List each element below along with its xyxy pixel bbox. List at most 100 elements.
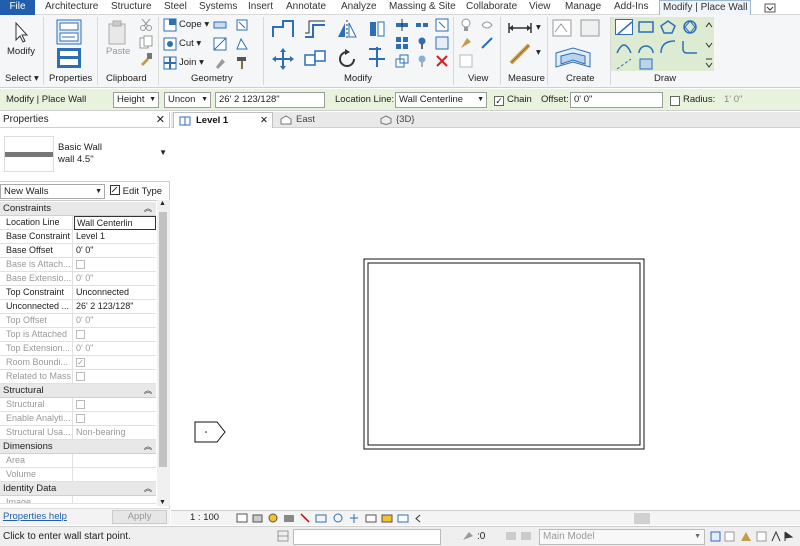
close-tab-icon[interactable]: ✕ (260, 113, 268, 128)
measure-distance-icon[interactable] (508, 20, 532, 36)
rectangle-draw-icon[interactable] (637, 19, 655, 35)
aligned-dimension-icon[interactable] (508, 42, 532, 66)
chain-checkbox[interactable]: ✓ (494, 96, 504, 106)
wall-outer[interactable] (363, 258, 645, 450)
design-option-select[interactable]: Main Model ▼ (539, 529, 705, 545)
instance-filter-select[interactable]: New Walls ▼ (0, 184, 105, 199)
mirror-pick-axis-icon[interactable] (335, 19, 359, 39)
properties-help-link[interactable]: Properties help (3, 511, 67, 522)
workset-icon[interactable] (277, 530, 289, 542)
sun-path-icon[interactable] (268, 513, 278, 523)
copy-element-icon[interactable] (303, 47, 327, 71)
group-constraints[interactable]: Constraints ︽ (0, 202, 156, 216)
analytical-model-icon[interactable] (397, 514, 409, 523)
scale-icon[interactable] (395, 54, 409, 68)
drawing-canvas[interactable] (171, 128, 800, 510)
properties-button[interactable] (55, 19, 83, 47)
select-links-icon[interactable] (710, 531, 721, 542)
file-tab[interactable]: File (0, 0, 35, 15)
tab-annotate[interactable]: Annotate (286, 0, 326, 15)
group-identity-data[interactable]: Identity Data ︽ (0, 482, 156, 496)
unlock-3d-icon[interactable] (333, 513, 343, 523)
copy-icon[interactable] (139, 35, 153, 49)
line-draw-icon[interactable] (615, 19, 633, 35)
radius-checkbox[interactable] (670, 96, 680, 106)
override-graphics-icon[interactable] (459, 36, 473, 50)
split-element-icon[interactable] (395, 18, 409, 32)
tab-view[interactable]: View (529, 0, 551, 15)
tab-level-1[interactable]: Level 1 ✕ (173, 112, 273, 128)
match-properties-icon[interactable] (139, 52, 153, 66)
prop-unconnected-height[interactable]: Unconnected ... 26' 2 123/128" (0, 300, 156, 314)
type-dropdown-icon[interactable]: ▼ (159, 148, 167, 157)
scale-label[interactable]: 1 : 100 (190, 512, 219, 523)
location-line-select[interactable]: Wall Centerline ▼ (395, 92, 487, 108)
offset-input[interactable]: 0' 0" (570, 92, 663, 108)
modify-button[interactable] (8, 20, 32, 46)
edit-type-button[interactable]: Edit Type (110, 184, 162, 199)
tangent-arc-icon[interactable] (659, 39, 677, 55)
apply-button[interactable]: Apply (112, 510, 167, 524)
tab-manage[interactable]: Manage (565, 0, 601, 15)
wall-joins-icon[interactable] (213, 18, 227, 32)
create-group-icon[interactable] (579, 18, 601, 38)
type-selector[interactable]: Basic Wall wall 4.5" ▼ (0, 128, 170, 182)
editable-only-icon[interactable] (461, 530, 475, 542)
create-similar-icon[interactable] (551, 18, 573, 38)
dimension-dropdown[interactable]: ▾ (536, 47, 541, 59)
tab-modify-place-wall[interactable]: Modify | Place Wall (659, 0, 752, 16)
cut-button[interactable]: Cut ▾ (179, 38, 201, 50)
type-properties-button[interactable] (55, 47, 83, 71)
mirror-draw-axis-icon[interactable] (367, 19, 387, 39)
crop-view-icon[interactable] (300, 513, 310, 523)
detail-level-icon[interactable] (236, 513, 248, 523)
tab-systems[interactable]: Systems (199, 0, 237, 15)
select-panel-label[interactable]: Select ▾ (5, 73, 39, 84)
drag-on-selection-icon[interactable] (771, 530, 781, 542)
remove-paint-icon[interactable] (235, 37, 249, 51)
lightbulb-icon[interactable] (459, 18, 473, 32)
height-mode-select[interactable]: Height ▼ (113, 92, 159, 108)
pin-icon[interactable] (415, 36, 429, 50)
properties-scrollbar[interactable]: ▲ ▼ (157, 200, 170, 506)
tab-insert[interactable]: Insert (248, 0, 273, 15)
wall-inner[interactable] (367, 262, 641, 446)
arc-center-icon[interactable] (637, 39, 655, 55)
pick-lines-icon[interactable] (615, 57, 633, 71)
paste-button[interactable] (107, 20, 129, 48)
tab-massing-site[interactable]: Massing & Site (389, 0, 456, 15)
reveal-hidden-icon[interactable] (365, 514, 377, 523)
tab-add-ins[interactable]: Add-Ins (614, 0, 648, 15)
temp-hide-isolate-icon[interactable] (350, 514, 358, 523)
tab-structure[interactable]: Structure (111, 0, 152, 15)
filter-icon[interactable] (784, 531, 794, 541)
prop-top-constraint[interactable]: Top Constraint Unconnected (0, 286, 156, 300)
pick-faces-icon[interactable] (637, 57, 655, 71)
unjoin-icon[interactable] (435, 18, 449, 32)
scissors-icon[interactable] (139, 18, 153, 32)
hide-element-icon[interactable] (459, 54, 473, 68)
move-icon[interactable] (271, 47, 295, 71)
trim-extend-icon[interactable] (367, 45, 387, 69)
tab-3d[interactable]: {3D} (374, 112, 474, 128)
paint-icon[interactable] (213, 56, 227, 70)
arc-start-end-icon[interactable] (615, 39, 633, 55)
group-icon[interactable] (435, 36, 449, 50)
design-options-icons[interactable] (505, 530, 535, 542)
demolish-icon[interactable] (235, 18, 249, 32)
temp-view-props-icon[interactable] (381, 514, 393, 523)
split-face-icon[interactable] (213, 37, 227, 51)
group-structural[interactable]: Structural ︽ (0, 384, 156, 398)
tab-analyze[interactable]: Analyze (341, 0, 377, 15)
tab-east[interactable]: East (274, 112, 374, 128)
prop-base-constraint[interactable]: Base Constraint Level 1 (0, 230, 156, 244)
create-parts-icon[interactable] (553, 45, 593, 71)
tab-architecture[interactable]: Architecture (45, 0, 98, 15)
cope-button[interactable]: Cope ▾ (179, 19, 209, 31)
align-icon[interactable] (271, 19, 295, 39)
elevation-marker[interactable] (194, 421, 226, 443)
select-underlay-icon[interactable] (724, 531, 735, 542)
hammer-icon[interactable] (235, 56, 249, 70)
workset-select[interactable] (293, 529, 441, 545)
height-value-input[interactable]: 26' 2 123/128" (215, 92, 325, 108)
